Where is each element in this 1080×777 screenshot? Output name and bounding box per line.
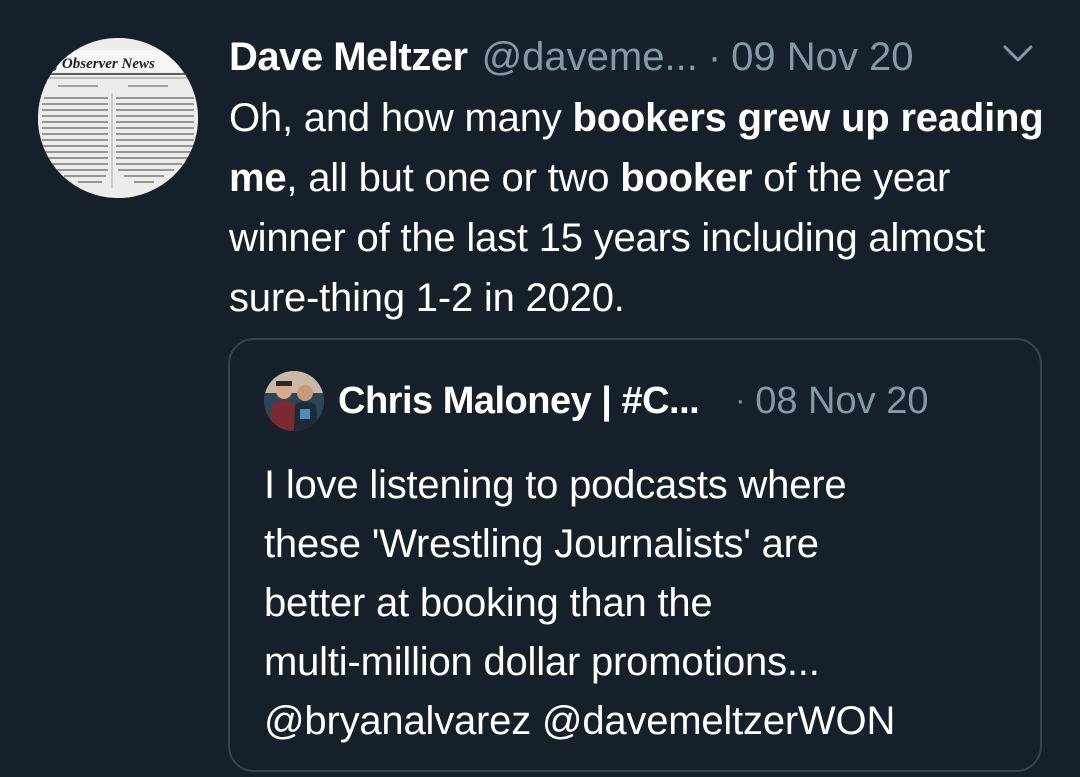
quoted-text-line: better at booking than the: [264, 581, 713, 625]
header-separator: ·: [707, 35, 722, 79]
quoted-header-separator: ·: [735, 384, 746, 417]
quoted-tweet-text: I love listening to podcasts where these…: [264, 456, 1024, 751]
avatar-masthead-text: ling Observer News: [38, 56, 155, 72]
tweet-text-segment: , all but one or two: [286, 156, 621, 200]
tweet-date[interactable]: 09 Nov 20: [731, 30, 913, 84]
chevron-down-icon[interactable]: [1000, 42, 1036, 66]
tweet-text-bold-segment: booker: [620, 156, 753, 200]
quoted-author-avatar[interactable]: [264, 371, 324, 431]
tweet-text: Oh, and how many bookers grew up reading…: [229, 88, 1049, 328]
quoted-text-line: multi-million dollar promotions...: [264, 640, 820, 684]
quoted-tweet-date: 08 Nov 20: [755, 380, 929, 422]
quoted-text-line: @bryanalvarez @davemeltzerWON: [264, 699, 896, 743]
quoted-author-name[interactable]: Chris Maloney | #C...: [338, 375, 700, 427]
quoted-text-line: these 'Wrestling Journalists' are: [264, 522, 819, 566]
avatar[interactable]: ling Observer News: [38, 38, 198, 198]
quoted-text-line: I love listening to podcasts where: [264, 463, 847, 507]
quoted-tweet-header: Chris Maloney | #C... · 08 Nov 20: [338, 375, 928, 427]
author-name[interactable]: Dave Meltzer: [229, 30, 468, 84]
tweet-header: Dave Meltzer @daveme... · 09 Nov 20: [229, 30, 913, 84]
author-handle[interactable]: @daveme...: [482, 30, 698, 84]
tweet-text-segment: Oh, and how many: [229, 96, 573, 140]
